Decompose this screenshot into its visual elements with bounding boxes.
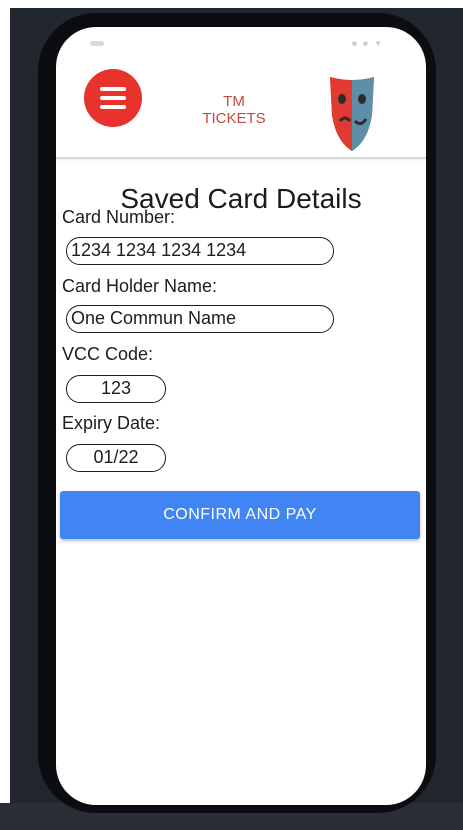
status-indicator — [90, 41, 104, 46]
vcc-code-label: VCC Code: — [62, 344, 154, 364]
menu-button[interactable] — [84, 69, 142, 127]
hamburger-menu-icon-bar — [100, 96, 126, 100]
brand-line-1: TM — [223, 93, 245, 110]
expiry-date-field[interactable]: 01/22 — [66, 444, 166, 472]
phone-screen: ■ ■ ▼ TM TICKETS Saved Card Details Card… — [56, 27, 426, 805]
card-number-field[interactable]: 1234 1234 1234 1234 — [66, 237, 334, 265]
hamburger-menu-icon — [100, 87, 126, 91]
card-number-label: Card Number: — [62, 207, 176, 227]
theater-mask-logo[interactable] — [326, 71, 378, 155]
status-icons: ■ ■ ▼ — [352, 39, 385, 48]
card-holder-field[interactable]: One Commun Name — [66, 305, 334, 333]
expiry-date-label: Expiry Date: — [62, 413, 161, 433]
vcc-code-field[interactable]: 123 — [66, 375, 166, 403]
hamburger-menu-icon-bar — [100, 105, 126, 109]
card-holder-label: Card Holder Name: — [62, 276, 218, 296]
status-bar: ■ ■ ▼ — [56, 27, 426, 53]
confirm-and-pay-button[interactable]: CONFIRM AND PAY — [60, 491, 420, 539]
brand-line-2: TICKETS — [202, 110, 266, 127]
brand-title[interactable]: TM TICKETS — [191, 93, 277, 127]
